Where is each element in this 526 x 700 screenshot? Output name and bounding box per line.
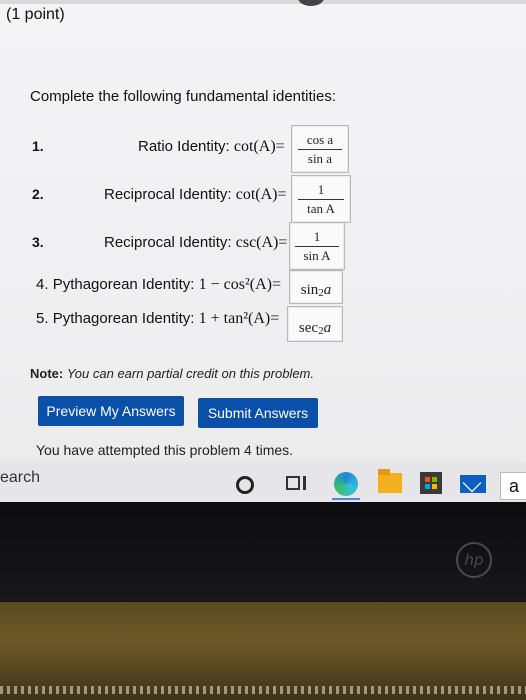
- item-4-label-text: Pythagorean Identity:: [52, 276, 199, 293]
- item-5-label: 5. Pythagorean Identity: 1 + tan²(A)=: [36, 310, 279, 328]
- item-2-label: Reciprocal Identity: cot(A)=: [104, 186, 287, 204]
- item-1-number: 1.: [32, 138, 44, 154]
- fraction-bar: [297, 198, 345, 200]
- task-view-icon[interactable]: [286, 476, 306, 490]
- cortana-icon[interactable]: [236, 476, 254, 494]
- item-3-label: Reciprocal Identity: csc(A)=: [104, 234, 287, 252]
- item-4-label: 4. Pythagorean Identity: 1 − cos²(A)=: [36, 276, 281, 294]
- item-3-number: 3.: [32, 234, 44, 250]
- item-5-lhs: 1 + tan²(A)=: [198, 310, 280, 327]
- store-icon[interactable]: [420, 472, 442, 494]
- item-2-number: 2.: [32, 186, 44, 202]
- answer-3-numerator: 1: [313, 228, 321, 244]
- answer-3-fraction: 1 sin A: [290, 223, 344, 269]
- answer-2-denominator: tan A: [307, 200, 335, 216]
- fraction-bar: [295, 245, 339, 247]
- item-4-number: 4.: [36, 276, 49, 293]
- answer-box-2[interactable]: 1 tan A: [291, 175, 351, 223]
- attempt-count-text: You have attempted this problem 4 times.: [36, 442, 294, 458]
- item-3-label-text: Reciprocal Identity:: [104, 234, 236, 251]
- answer-4-variable: a: [323, 282, 332, 298]
- windows-taskbar: earch a: [0, 462, 526, 502]
- item-1-lhs: cot(A)=: [233, 138, 285, 155]
- answer-box-3[interactable]: 1 sin A: [289, 222, 345, 270]
- answer-box-5[interactable]: sec 2 a: [287, 306, 343, 342]
- item-2-lhs: cot(A)=: [235, 186, 287, 203]
- browser-screen: (1 point) Complete the following fundame…: [0, 0, 526, 472]
- item-1-label-text: Ratio Identity:: [138, 138, 234, 155]
- fraction-bar: [297, 148, 343, 150]
- taskbar-search-box[interactable]: earch: [0, 469, 40, 487]
- active-app-indicator: [332, 498, 360, 500]
- item-5-label-text: Pythagorean Identity:: [52, 310, 199, 327]
- instruction-text: Complete the following fundamental ident…: [30, 88, 337, 105]
- answer-4-expression: sin 2 a: [290, 271, 342, 303]
- answer-4-base: sin: [300, 282, 319, 298]
- note-prefix: Note:: [30, 366, 64, 381]
- item-5-number: 5.: [36, 310, 49, 327]
- submit-answers-button[interactable]: Submit Answers: [198, 398, 318, 428]
- answer-1-denominator: sin a: [307, 150, 333, 166]
- partial-credit-note: Note: You can earn partial credit on thi…: [30, 366, 314, 381]
- answer-5-variable: a: [323, 320, 332, 336]
- answer-1-numerator: cos a: [306, 131, 334, 147]
- answer-2-numerator: 1: [317, 181, 325, 197]
- points-label: (1 point): [6, 6, 65, 23]
- note-text: You can earn partial credit on this prob…: [66, 366, 314, 381]
- answer-2-fraction: 1 tan A: [292, 176, 350, 222]
- laptop-bezel: hp: [0, 502, 526, 602]
- item-2-label-text: Reciprocal Identity:: [104, 186, 236, 203]
- hp-logo: hp: [456, 542, 492, 578]
- speaker-grille: [0, 686, 526, 694]
- answer-box-1[interactable]: cos a sin a: [291, 125, 349, 173]
- answer-5-base: sec: [298, 320, 319, 336]
- laptop-keyboard-deck: [0, 602, 526, 700]
- amazon-icon[interactable]: a: [500, 472, 526, 500]
- answer-1-fraction: cos a sin a: [292, 126, 348, 172]
- item-1-label: Ratio Identity: cot(A)=: [138, 138, 285, 156]
- answer-box-4[interactable]: sin 2 a: [289, 270, 343, 304]
- answer-3-denominator: sin A: [303, 247, 331, 263]
- item-4-lhs: 1 − cos²(A)=: [198, 276, 282, 293]
- top-indicator: [298, 0, 324, 6]
- preview-answers-button[interactable]: Preview My Answers: [38, 396, 184, 426]
- top-edge: [0, 0, 526, 4]
- edge-browser-icon[interactable]: [334, 472, 358, 496]
- item-3-lhs: csc(A)=: [235, 234, 288, 251]
- mail-icon[interactable]: [460, 475, 486, 493]
- answer-5-expression: sec 2 a: [288, 307, 342, 341]
- file-explorer-icon[interactable]: [378, 469, 402, 493]
